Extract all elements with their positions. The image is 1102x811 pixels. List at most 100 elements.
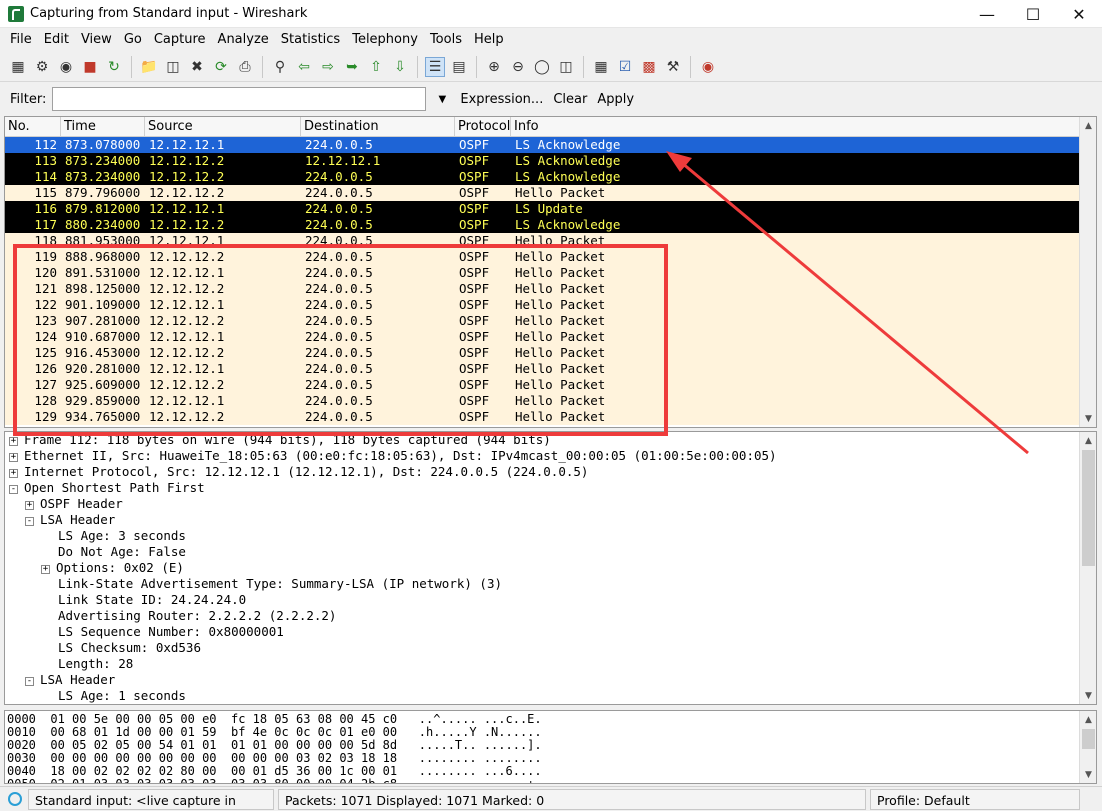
detail-tree-item[interactable]: Advertising Router: 2.2.2.2 (2.2.2.2) [41,608,336,624]
go-back-icon[interactable]: ⇦ [294,57,314,77]
filter-input[interactable] [52,87,427,111]
clear-button[interactable]: Clear [553,92,587,107]
collapse-icon[interactable]: - [25,677,34,686]
column-header-time[interactable]: Time [61,117,145,137]
menu-help[interactable]: Help [468,32,510,47]
normal-size-icon[interactable]: ◯ [532,57,552,77]
expand-icon[interactable]: + [25,501,34,510]
start-capture-icon[interactable]: ◉ [56,57,76,77]
coloring-rules-icon[interactable]: ▩ [639,57,659,77]
detail-tree-item[interactable]: Do Not Age: False [41,544,186,560]
profile-status[interactable]: Profile: Default [870,788,1080,810]
expand-icon[interactable]: + [9,469,18,478]
go-last-icon[interactable]: ⇩ [390,57,410,77]
menu-tools[interactable]: Tools [424,32,468,47]
interfaces-icon[interactable]: ▦ [8,57,28,77]
detail-tree-item[interactable]: Length: 28 [41,656,133,672]
scroll-down-icon[interactable]: ▼ [1080,766,1096,783]
detail-tree-item[interactable]: LS Sequence Number: 0x80000001 [41,624,284,640]
go-first-icon[interactable]: ⇧ [366,57,386,77]
save-file-icon[interactable]: ◫ [163,57,183,77]
packet-row[interactable]: 115 879.796000 12.12.12.2 224.0.0.5 OSPF Hell… [5,185,1080,201]
resize-columns-icon[interactable]: ◫ [556,57,576,77]
capture-filters-icon[interactable]: ▦ [591,57,611,77]
scroll-up-icon[interactable]: ▲ [1080,711,1096,728]
menu-telephony[interactable]: Telephony [346,32,424,47]
cell-destination: 224.0.0.5 [305,201,373,216]
expand-icon[interactable]: + [9,453,18,462]
auto-scroll-icon[interactable]: ▤ [449,57,469,77]
cell-no: 117 [34,217,57,232]
collapse-icon[interactable]: - [25,517,34,526]
scroll-up-icon[interactable]: ▲ [1080,117,1096,134]
scroll-thumb[interactable] [1082,450,1095,566]
capture-status: Standard input: <live capture in progre.… [28,788,274,810]
expression-button[interactable]: Expression... [460,92,543,107]
detail-tree-item[interactable]: + OSPF Header [25,496,123,512]
packet-list-scrollbar[interactable]: ▲ ▼ [1079,117,1096,427]
menu-analyze[interactable]: Analyze [212,32,275,47]
close-button[interactable]: ✕ [1056,0,1102,28]
scroll-up-icon[interactable]: ▲ [1080,432,1096,449]
column-header-protocol[interactable]: Protocol [455,117,511,137]
menu-edit[interactable]: Edit [38,32,75,47]
menu-capture[interactable]: Capture [148,32,212,47]
detail-tree-item[interactable]: + Options: 0x02 (E) [41,560,184,576]
scroll-thumb[interactable] [1082,729,1095,749]
display-filters-icon[interactable]: ☑ [615,57,635,77]
detail-tree-item[interactable]: LS Age: 1 seconds [41,688,186,704]
maximize-button[interactable]: ☐ [1010,0,1056,28]
packet-row[interactable]: 112 873.078000 12.12.12.1 224.0.0.5 OSPF LS A… [5,137,1080,153]
column-header-no[interactable]: No. [5,117,61,137]
stop-capture-icon[interactable]: ■ [80,57,100,77]
bytes-scrollbar[interactable]: ▲ ▼ [1079,711,1096,783]
detail-tree-item[interactable]: - Open Shortest Path First [9,480,205,496]
detail-text: OSPF Header [40,496,123,511]
filter-dropdown-icon[interactable]: ▼ [430,94,454,105]
menu-view[interactable]: View [75,32,118,47]
collapse-icon[interactable]: - [9,485,18,494]
detail-tree-item[interactable]: - LSA Header [25,672,115,688]
column-header-source[interactable]: Source [145,117,301,137]
column-header-info[interactable]: Info [511,117,1080,137]
detail-tree-item[interactable]: Link State ID: 24.24.24.0 [41,592,246,608]
detail-tree-item[interactable]: + Ethernet II, Src: HuaweiTe_18:05:63 (00… [9,448,777,464]
packet-row[interactable]: 116 879.812000 12.12.12.1 224.0.0.5 OSPF LS U… [5,201,1080,217]
minimize-button[interactable]: — [964,0,1010,28]
menu-file[interactable]: File [4,32,38,47]
scroll-down-icon[interactable]: ▼ [1080,687,1096,704]
expand-icon[interactable]: + [9,437,18,446]
help-icon[interactable]: ◉ [698,57,718,77]
expert-info-icon[interactable] [8,792,22,806]
packet-row[interactable]: 117 880.234000 12.12.12.2 224.0.0.5 OSPF LS A… [5,217,1080,233]
packet-details-pane: + Frame 112: 118 bytes on wire (944 bits)… [4,431,1097,705]
restart-capture-icon[interactable]: ↻ [104,57,124,77]
go-forward-icon[interactable]: ⇨ [318,57,338,77]
print-icon[interactable]: ⎙ [235,57,255,77]
apply-button[interactable]: Apply [597,92,634,107]
details-scrollbar[interactable]: ▲ ▼ [1079,432,1096,704]
capture-options-icon[interactable]: ⚙ [32,57,52,77]
detail-tree-item[interactable]: LS Checksum: 0xd536 [41,640,201,656]
find-packet-icon[interactable]: ⚲ [270,57,290,77]
zoom-out-icon[interactable]: ⊖ [508,57,528,77]
scroll-down-icon[interactable]: ▼ [1080,410,1096,427]
open-file-icon[interactable]: 📁 [139,57,159,77]
colorize-icon[interactable]: ☰ [425,56,445,77]
menu-statistics[interactable]: Statistics [275,32,346,47]
reload-icon[interactable]: ⟳ [211,57,231,77]
detail-tree-item[interactable]: Link-State Advertisement Type: Summary-L… [41,576,502,592]
detail-tree-item[interactable]: LS Age: 3 seconds [41,528,186,544]
detail-tree-item[interactable]: - LSA Header [25,512,115,528]
packet-row[interactable]: 113 873.234000 12.12.12.2 12.12.12.1 OSPF LS … [5,153,1080,169]
column-header-destination[interactable]: Destination [301,117,455,137]
packet-row[interactable]: 114 873.234000 12.12.12.2 224.0.0.5 OSPF LS A… [5,169,1080,185]
zoom-in-icon[interactable]: ⊕ [484,57,504,77]
menu-go[interactable]: Go [118,32,148,47]
detail-tree-item[interactable]: + Internet Protocol, Src: 12.12.12.1 (12.… [9,464,588,480]
go-to-packet-icon[interactable]: ➥ [342,57,362,77]
preferences-icon[interactable]: ⚒ [663,57,683,77]
expand-icon[interactable]: + [41,565,50,574]
detail-text: Ethernet II, Src: HuaweiTe_18:05:63 (00:… [24,448,777,463]
close-file-icon[interactable]: ✖ [187,57,207,77]
